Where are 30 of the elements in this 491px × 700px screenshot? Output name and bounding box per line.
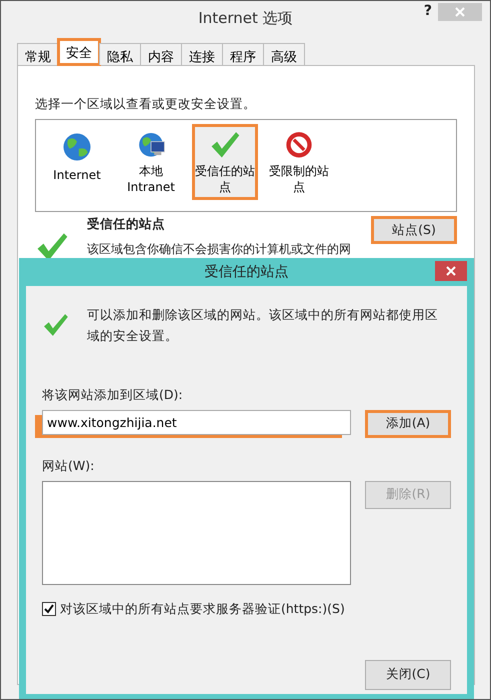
zone-item[interactable]: 本地 Intranet <box>118 124 184 200</box>
checkbox-label: 对该区域中的所有站点要求服务器验证(https:)(S) <box>60 600 345 618</box>
tab[interactable]: 安全 <box>58 39 100 65</box>
close-button[interactable] <box>435 261 467 281</box>
checkbox[interactable] <box>42 602 56 616</box>
window-title: Internet 选项 <box>198 8 293 28</box>
tab[interactable]: 高级 <box>263 43 305 65</box>
url-field[interactable]: www.xitongzhijia.net <box>42 410 351 434</box>
zone-item[interactable]: Internet <box>44 124 110 200</box>
tab[interactable]: 内容 <box>140 43 182 65</box>
help-button[interactable]: ? <box>424 3 432 19</box>
tab[interactable]: 连接 <box>181 43 223 65</box>
close-icon <box>446 266 456 276</box>
dialog-title: 受信任的站点 <box>204 263 288 281</box>
zone-title: 受信任的站点 <box>87 216 165 231</box>
add-button[interactable]: 添加(A) <box>365 410 451 438</box>
close-dialog-button[interactable]: 关闭(C) <box>365 660 451 690</box>
sites-label: 网站(W): <box>42 458 96 474</box>
dialog-message: 可以添加和删除该区域的网站。该区域中的所有网站都使用区域的安全设置。 <box>87 306 440 346</box>
tab[interactable]: 隐私 <box>99 43 141 65</box>
add-label: 将该网站添加到区域(D): <box>42 386 184 404</box>
sites-list[interactable] <box>42 480 351 584</box>
zone-description: 该区域包含你确信不会损害你的计算机或文件的网 <box>87 241 352 258</box>
tab[interactable]: 程序 <box>222 43 264 65</box>
sites-button[interactable]: 站点(S) <box>371 216 457 244</box>
zone-item[interactable]: 受信任的站点 <box>192 124 258 200</box>
tab[interactable]: 常规 <box>17 43 59 65</box>
close-icon <box>455 7 465 17</box>
zone-prompt: 选择一个区域以查看或更改安全设置。 <box>35 96 257 113</box>
zone-item[interactable]: 受限制的站点 <box>266 124 332 200</box>
